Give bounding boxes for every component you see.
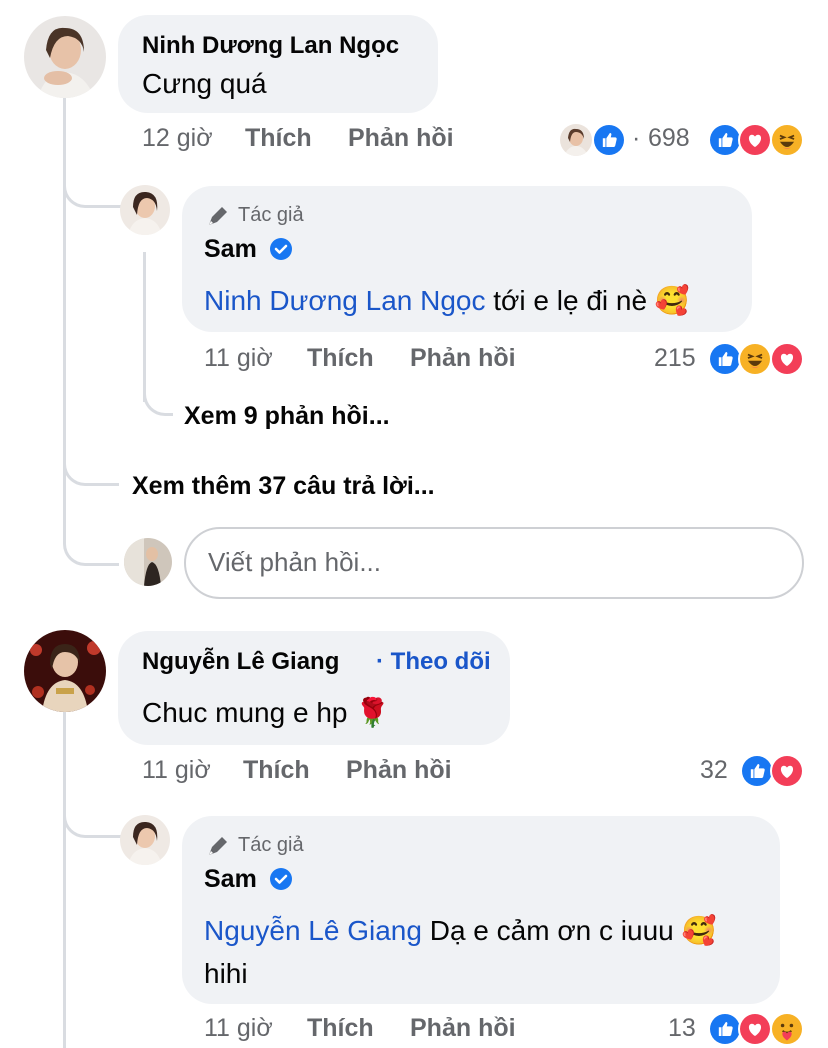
author-tag: Tác giả: [238, 204, 304, 226]
like-button[interactable]: Thích: [245, 124, 312, 153]
reply-time[interactable]: 11 giờ: [204, 344, 273, 373]
reply-author[interactable]: Sam: [204, 235, 257, 264]
reaction-count[interactable]: 215: [654, 344, 696, 373]
comment-author[interactable]: Nguyễn Lê Giang: [142, 648, 339, 676]
love-icon: [770, 754, 804, 788]
comment-time[interactable]: 12 giờ: [142, 124, 213, 153]
reaction-count[interactable]: 13: [668, 1014, 696, 1043]
reply-input[interactable]: [208, 547, 768, 578]
comment-text: Chuc mung e hp 🌹: [142, 696, 390, 729]
reply-body: Dạ e cảm ơn c iuuu: [429, 915, 674, 946]
reply-button[interactable]: Phản hồi: [348, 124, 454, 153]
haha-icon: [738, 342, 772, 376]
reply-text: Ninh Dương Lan Ngọc tới e lẹ đi nè 🥰: [204, 284, 690, 317]
reply-body: tới e lẹ đi nè: [493, 285, 648, 316]
avatar-sam[interactable]: [120, 185, 170, 235]
view-replies-link[interactable]: Xem 9 phản hồi...: [184, 402, 390, 431]
reply-button[interactable]: Phản hồi: [410, 344, 516, 373]
reaction-count[interactable]: 698: [648, 124, 690, 153]
love-icon: [738, 123, 772, 157]
verified-badge-icon: [269, 867, 293, 891]
comment-text: Cưng quá: [142, 68, 267, 99]
like-icon: [708, 342, 742, 376]
reaction-separator: ·: [632, 124, 641, 152]
reaction-count[interactable]: 32: [700, 756, 728, 785]
love-icon: [738, 1012, 772, 1046]
reply-author[interactable]: Sam: [204, 865, 257, 894]
smiling-hearts-emoji: 🥰: [681, 915, 717, 946]
care-icon: [770, 1012, 804, 1046]
smiling-hearts-emoji: 🥰: [654, 285, 690, 316]
rose-emoji: 🌹: [355, 697, 391, 728]
reply-time[interactable]: 11 giờ: [204, 1014, 273, 1043]
follow-link[interactable]: · Theo dõi: [376, 648, 491, 676]
current-user-avatar: [124, 538, 172, 586]
like-button[interactable]: Thích: [243, 756, 310, 785]
view-more-replies-link[interactable]: Xem thêm 37 câu trả lời...: [132, 472, 435, 501]
avatar-sam[interactable]: [120, 815, 170, 865]
like-button[interactable]: Thích: [307, 1014, 374, 1043]
comment-body: Chuc mung e hp: [142, 697, 348, 728]
mention-link[interactable]: Nguyễn Lê Giang: [204, 915, 422, 946]
reply-button[interactable]: Phản hồi: [346, 756, 452, 785]
thread-line-main-2: [63, 712, 66, 1048]
reply-input-field[interactable]: [184, 527, 804, 599]
thread-curve-view-more: [63, 440, 119, 486]
comment-time[interactable]: 11 giờ: [142, 756, 211, 785]
like-icon: [708, 1012, 742, 1046]
reply-text-line-2: hihi: [204, 958, 248, 989]
author-tag: Tác giả: [238, 834, 304, 856]
thread-curve-reply-input: [63, 500, 119, 566]
mention-link[interactable]: Ninh Dương Lan Ngọc: [204, 285, 485, 316]
pen-icon: [206, 834, 230, 858]
avatar-nguyen-le-giang[interactable]: [24, 630, 106, 712]
haha-icon: [770, 123, 804, 157]
like-icon: [708, 123, 742, 157]
like-button[interactable]: Thích: [307, 344, 374, 373]
like-icon: [592, 123, 626, 157]
avatar-ninh-duong-lan-ngoc[interactable]: [24, 16, 106, 98]
comment-author[interactable]: Ninh Dương Lan Ngọc: [142, 32, 399, 60]
pen-icon: [206, 204, 230, 228]
reply-button[interactable]: Phản hồi: [410, 1014, 516, 1043]
verified-badge-icon: [269, 237, 293, 261]
thread-curve-view-replies: [143, 370, 173, 416]
reactor-avatar: [560, 124, 592, 156]
like-icon: [740, 754, 774, 788]
reply-text: Nguyễn Lê Giang Dạ e cảm ơn c iuuu 🥰: [204, 914, 716, 947]
love-icon: [770, 342, 804, 376]
